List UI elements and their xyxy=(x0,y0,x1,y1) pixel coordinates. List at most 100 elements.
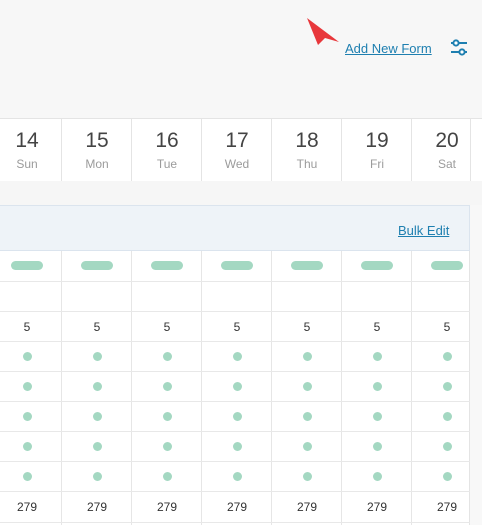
date-column: 15 Mon xyxy=(62,119,132,181)
available-dot xyxy=(372,382,382,391)
available-dot xyxy=(22,382,32,391)
date-number: 14 xyxy=(15,129,39,152)
status-pill[interactable] xyxy=(361,261,393,270)
status-cell[interactable] xyxy=(62,251,132,281)
status-pill[interactable] xyxy=(291,261,323,270)
total-cell[interactable]: 279 xyxy=(272,492,342,522)
dot-cell[interactable] xyxy=(272,432,342,461)
count-cell[interactable]: 5 xyxy=(132,312,202,341)
dot-cell[interactable] xyxy=(342,372,412,401)
dot-cell[interactable] xyxy=(412,372,482,401)
available-dot xyxy=(442,412,452,421)
empty-row xyxy=(0,282,470,312)
status-cell[interactable] xyxy=(412,251,482,281)
status-cell[interactable] xyxy=(0,251,62,281)
status-pill[interactable] xyxy=(431,261,463,270)
dot-cell[interactable] xyxy=(62,432,132,461)
dot-cell[interactable] xyxy=(342,432,412,461)
date-column: 17 Wed xyxy=(202,119,272,181)
status-pill[interactable] xyxy=(81,261,113,270)
total-cell[interactable]: 279 xyxy=(62,492,132,522)
dot-cell[interactable] xyxy=(0,372,62,401)
available-dot xyxy=(162,442,172,451)
total-cell[interactable]: 279 xyxy=(412,492,482,522)
dot-cell[interactable] xyxy=(342,462,412,491)
count-cell[interactable]: 5 xyxy=(342,312,412,341)
status-cell[interactable] xyxy=(272,251,342,281)
date-column: 20 Sat xyxy=(412,119,482,181)
total-row: 279 279 279 279 279 279 279 xyxy=(0,492,470,523)
day-name: Mon xyxy=(85,157,109,171)
status-pill[interactable] xyxy=(151,261,183,270)
dot-cell[interactable] xyxy=(132,402,202,431)
available-dot xyxy=(442,352,452,361)
dot-cell[interactable] xyxy=(0,402,62,431)
date-number: 17 xyxy=(225,129,249,152)
count-cell[interactable]: 5 xyxy=(412,312,482,341)
dot-cell[interactable] xyxy=(202,462,272,491)
dot-cell[interactable] xyxy=(342,402,412,431)
available-dot xyxy=(442,382,452,391)
dot-cell[interactable] xyxy=(202,402,272,431)
dot-cell[interactable] xyxy=(412,462,482,491)
dot-cell[interactable] xyxy=(132,372,202,401)
available-dot xyxy=(442,442,452,451)
status-cell[interactable] xyxy=(342,251,412,281)
add-new-form-link[interactable]: Add New Form xyxy=(345,41,432,56)
available-dot xyxy=(302,412,312,421)
date-header-row: 14 Sun 15 Mon 16 Tue 17 Wed 18 Thu 19 Fr… xyxy=(0,118,482,182)
available-dot xyxy=(372,442,382,451)
available-dot xyxy=(22,352,32,361)
dot-cell[interactable] xyxy=(412,432,482,461)
count-cell[interactable]: 5 xyxy=(202,312,272,341)
dot-cell[interactable] xyxy=(62,372,132,401)
sliders-icon[interactable] xyxy=(449,39,469,57)
total-cell[interactable]: 279 xyxy=(132,492,202,522)
total-cell[interactable]: 279 xyxy=(0,492,62,522)
available-dot xyxy=(232,382,242,391)
mouse-pointer-icon xyxy=(307,18,339,45)
count-cell[interactable]: 5 xyxy=(62,312,132,341)
dot-cell[interactable] xyxy=(132,432,202,461)
total-cell[interactable]: 279 xyxy=(342,492,412,522)
day-name: Tue xyxy=(156,157,178,171)
available-dot xyxy=(162,412,172,421)
dot-cell[interactable] xyxy=(272,402,342,431)
dot-cell[interactable] xyxy=(62,342,132,371)
dot-cell[interactable] xyxy=(0,462,62,491)
dot-cell[interactable] xyxy=(0,432,62,461)
status-pill[interactable] xyxy=(221,261,253,270)
dot-cell[interactable] xyxy=(342,342,412,371)
day-name: Fri xyxy=(370,157,384,171)
available-dot xyxy=(442,472,452,481)
dot-cell[interactable] xyxy=(132,342,202,371)
count-cell[interactable]: 5 xyxy=(0,312,62,341)
dot-cell[interactable] xyxy=(412,402,482,431)
dot-cell[interactable] xyxy=(0,342,62,371)
dot-cell[interactable] xyxy=(412,342,482,371)
bulk-edit-link[interactable]: Bulk Edit xyxy=(398,223,449,238)
status-pill[interactable] xyxy=(11,261,43,270)
dot-cell[interactable] xyxy=(272,342,342,371)
dot-cell[interactable] xyxy=(272,462,342,491)
day-name: Sun xyxy=(16,157,38,171)
dot-cell[interactable] xyxy=(132,462,202,491)
dot-cell[interactable] xyxy=(62,462,132,491)
dot-cell[interactable] xyxy=(272,372,342,401)
availability-row xyxy=(0,342,470,372)
count-cell[interactable]: 5 xyxy=(272,312,342,341)
dot-cell[interactable] xyxy=(202,432,272,461)
available-dot xyxy=(92,442,102,451)
status-cell[interactable] xyxy=(132,251,202,281)
date-number: 15 xyxy=(85,129,109,152)
total-cell[interactable]: 279 xyxy=(202,492,272,522)
dot-cell[interactable] xyxy=(202,342,272,371)
date-column: 18 Thu xyxy=(272,119,342,181)
dot-cell[interactable] xyxy=(62,402,132,431)
available-dot xyxy=(372,412,382,421)
available-dot xyxy=(232,442,242,451)
status-cell[interactable] xyxy=(202,251,272,281)
dot-cell[interactable] xyxy=(202,372,272,401)
available-dot xyxy=(92,412,102,421)
available-dot xyxy=(22,442,32,451)
